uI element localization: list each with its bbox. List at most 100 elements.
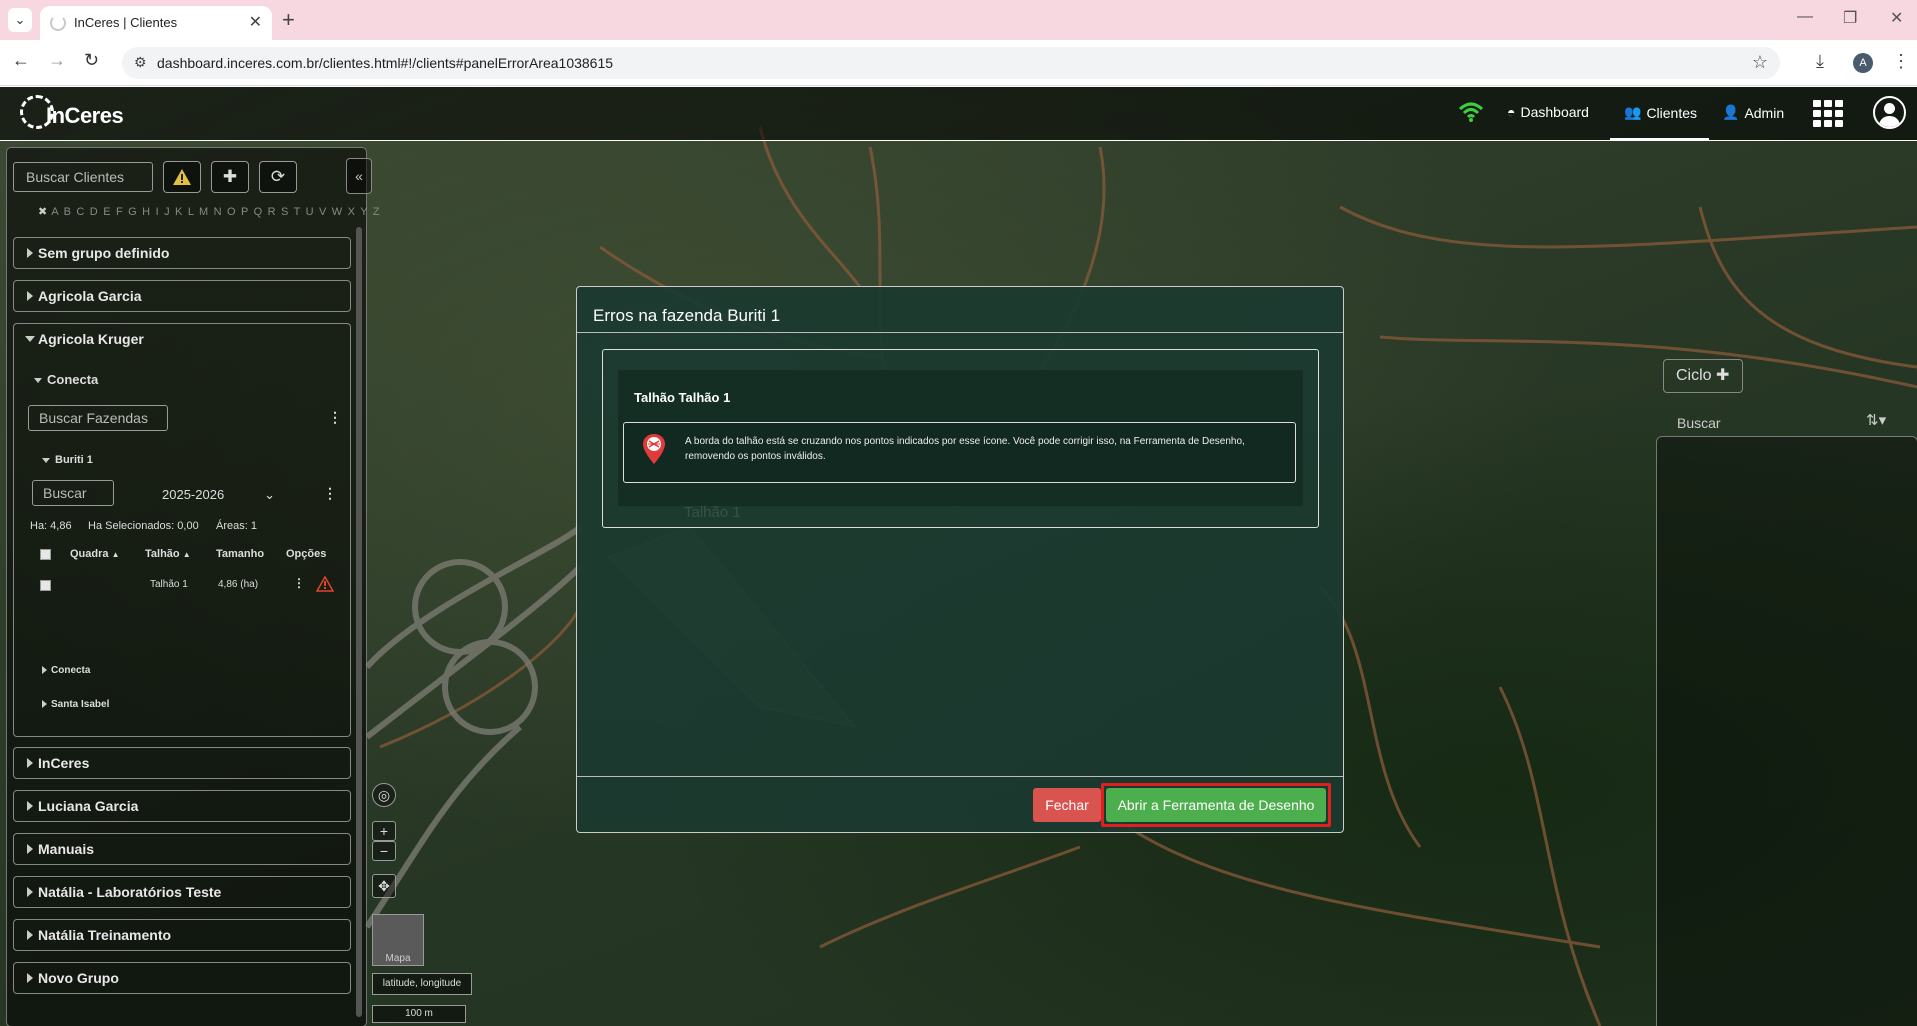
group-luciana-garcia[interactable]: Luciana Garcia bbox=[13, 790, 351, 822]
alphabet-filter[interactable]: ✖ A B C D E F G H I J K L M N O P Q R S T… bbox=[38, 205, 381, 218]
compass-icon[interactable]: ◎ bbox=[372, 783, 396, 807]
farm-label: Conecta bbox=[51, 665, 91, 676]
bookmark-star-icon[interactable]: ☆ bbox=[1752, 52, 1768, 73]
tab-title: InCeres | Clientes bbox=[74, 15, 178, 30]
restore-icon[interactable]: ❐ bbox=[1843, 8, 1857, 28]
col-tamanho[interactable]: Tamanho bbox=[216, 548, 264, 560]
farm-santa-isabel[interactable]: Santa Isabel bbox=[42, 699, 109, 710]
row-checkbox[interactable] bbox=[40, 580, 51, 591]
map-pin-error-icon bbox=[643, 434, 665, 464]
sidebar-scrollbar[interactable] bbox=[356, 227, 362, 1017]
farm-options-icon[interactable]: ⋮ bbox=[323, 485, 337, 502]
group-sem-grupo[interactable]: Sem grupo definido bbox=[13, 237, 351, 269]
back-icon[interactable]: ← bbox=[12, 50, 30, 71]
row-warning-icon[interactable] bbox=[316, 576, 334, 592]
collapse-sidebar-button[interactable]: « bbox=[346, 158, 372, 194]
nav-clientes[interactable]: 👥 Clientes bbox=[1624, 104, 1697, 121]
warning-filter-button[interactable] bbox=[163, 161, 201, 193]
field-errors-panel: Talhão 1 Talhão Talhão 1 A borda do talh… bbox=[602, 349, 1319, 528]
browser-tab-strip: ⌄ InCeres | Clientes ✕ + — ❐ ✕ bbox=[0, 0, 1917, 40]
app-header: InCeres ◓ Dashboard 👥 Clientes 👤 Admin bbox=[0, 87, 1917, 141]
search-clients-input[interactable] bbox=[13, 162, 153, 192]
url-field[interactable]: ⚙ dashboard.inceres.com.br/clientes.html… bbox=[122, 47, 1780, 79]
group-natalia-laboratorios[interactable]: Natália - Laboratórios Teste bbox=[13, 876, 351, 908]
alphabet-letters[interactable]: A B C D E F G H I J K L M N O P Q R S T … bbox=[51, 206, 380, 218]
zoom-out-button[interactable]: − bbox=[372, 841, 396, 861]
chevron-down-icon: ⌄ bbox=[264, 487, 276, 502]
open-drawing-tool-button[interactable]: Abrir a Ferramenta de Desenho bbox=[1106, 788, 1326, 822]
add-client-button[interactable]: ✚ bbox=[211, 161, 249, 193]
refresh-icon: ⟳ bbox=[270, 167, 286, 186]
row-options-icon[interactable]: ⋮ bbox=[293, 576, 305, 590]
group-label: Luciana Garcia bbox=[38, 798, 139, 814]
site-settings-icon[interactable]: ⚙ bbox=[134, 54, 147, 71]
row-talhao[interactable]: Talhão 1 bbox=[150, 579, 188, 590]
nav-admin-label: Admin bbox=[1744, 104, 1785, 121]
ciclo-label: Ciclo bbox=[1676, 367, 1712, 384]
group-agricola-garcia[interactable]: Agricola Garcia bbox=[13, 280, 351, 312]
add-cycle-button[interactable]: Ciclo ✚ bbox=[1663, 359, 1743, 393]
caret-right-icon bbox=[42, 700, 47, 709]
nav-dashboard-label: Dashboard bbox=[1520, 104, 1589, 120]
group-inceres[interactable]: InCeres bbox=[13, 747, 351, 779]
tab-search-button[interactable]: ⌄ bbox=[8, 8, 32, 32]
user-cog-icon: 👤 bbox=[1722, 104, 1740, 120]
season-select[interactable]: 2025-2026 ⌄ bbox=[162, 487, 275, 503]
background-field-label: Talhão 1 bbox=[684, 504, 741, 521]
subgroup-conecta[interactable]: Conecta bbox=[34, 372, 98, 387]
user-account-icon[interactable] bbox=[1873, 96, 1906, 129]
select-all-checkbox[interactable] bbox=[40, 549, 51, 560]
map-layer-toggle[interactable]: Mapa bbox=[372, 914, 424, 966]
subgroup-label: Conecta bbox=[47, 372, 99, 387]
pan-move-icon[interactable]: ✥ bbox=[372, 874, 396, 898]
stat-ha: Ha: 4,86 bbox=[30, 520, 72, 532]
group-label: Manuais bbox=[38, 841, 95, 857]
sort-asc-icon: ▲ bbox=[111, 550, 120, 559]
browser-menu-icon[interactable]: ⋮ bbox=[1892, 51, 1910, 72]
close-window-icon[interactable]: ✕ bbox=[1890, 8, 1903, 28]
group-label: Novo Grupo bbox=[38, 970, 119, 986]
clear-filter-icon[interactable]: ✖ bbox=[38, 206, 48, 218]
browser-tab[interactable]: InCeres | Clientes ✕ bbox=[40, 6, 272, 40]
modal-title: Erros na fazenda Buriti 1 bbox=[593, 306, 781, 325]
group-natalia-treinamento[interactable]: Natália Treinamento bbox=[13, 919, 351, 951]
modal-header-divider bbox=[577, 332, 1343, 333]
sort-icon[interactable]: ⇅▾ bbox=[1866, 411, 1886, 429]
close-button[interactable]: Fechar bbox=[1033, 788, 1101, 822]
refresh-button[interactable]: ⟳ bbox=[259, 161, 297, 193]
farm-conecta[interactable]: Conecta bbox=[42, 665, 90, 676]
col-quadra[interactable]: Quadra ▲ bbox=[70, 548, 120, 560]
group-label: Agricola Kruger bbox=[38, 331, 144, 347]
farm-buriti-1[interactable]: Buriti 1 bbox=[42, 454, 93, 466]
cycle-panel bbox=[1656, 436, 1917, 1026]
col-opcoes: Opções bbox=[286, 548, 327, 560]
group-manuais[interactable]: Manuais bbox=[13, 833, 351, 865]
new-tab-button[interactable]: + bbox=[282, 7, 295, 33]
close-tab-icon[interactable]: ✕ bbox=[249, 12, 262, 32]
nav-active-indicator bbox=[1610, 138, 1709, 141]
search-areas-input[interactable] bbox=[32, 480, 114, 506]
loading-icon bbox=[50, 15, 66, 31]
cycle-search[interactable]: Buscar bbox=[1677, 415, 1721, 431]
group-novo-grupo[interactable]: Novo Grupo bbox=[13, 962, 351, 994]
col-talhao[interactable]: Talhão ▲ bbox=[145, 548, 191, 560]
search-farms-input[interactable] bbox=[28, 405, 168, 431]
profile-avatar[interactable]: A bbox=[1853, 53, 1873, 73]
zoom-in-button[interactable]: + bbox=[372, 821, 396, 841]
group-label: Natália - Laboratórios Teste bbox=[38, 884, 222, 900]
plus-icon: ✚ bbox=[222, 167, 238, 186]
plus-icon: ✚ bbox=[1716, 367, 1730, 384]
forward-icon[interactable]: → bbox=[48, 50, 66, 71]
nav-dashboard[interactable]: ◓ Dashboard bbox=[1507, 104, 1589, 120]
stat-ha-selected: Ha Selecionados: 0,00 bbox=[88, 520, 199, 532]
nav-admin[interactable]: 👤 Admin bbox=[1722, 104, 1784, 121]
farm-label: Buriti 1 bbox=[55, 454, 93, 466]
group-label: Sem grupo definido bbox=[38, 245, 170, 261]
map-scale: 100 m bbox=[372, 1005, 466, 1023]
reload-icon[interactable]: ↻ bbox=[84, 50, 99, 71]
apps-grid-icon[interactable] bbox=[1813, 100, 1843, 127]
minimize-icon[interactable]: — bbox=[1797, 8, 1813, 26]
farms-options-icon[interactable]: ⋮ bbox=[328, 409, 342, 426]
download-icon[interactable]: ⤓ bbox=[1816, 51, 1824, 72]
dashboard-gauge-icon: ◓ bbox=[1507, 104, 1516, 120]
